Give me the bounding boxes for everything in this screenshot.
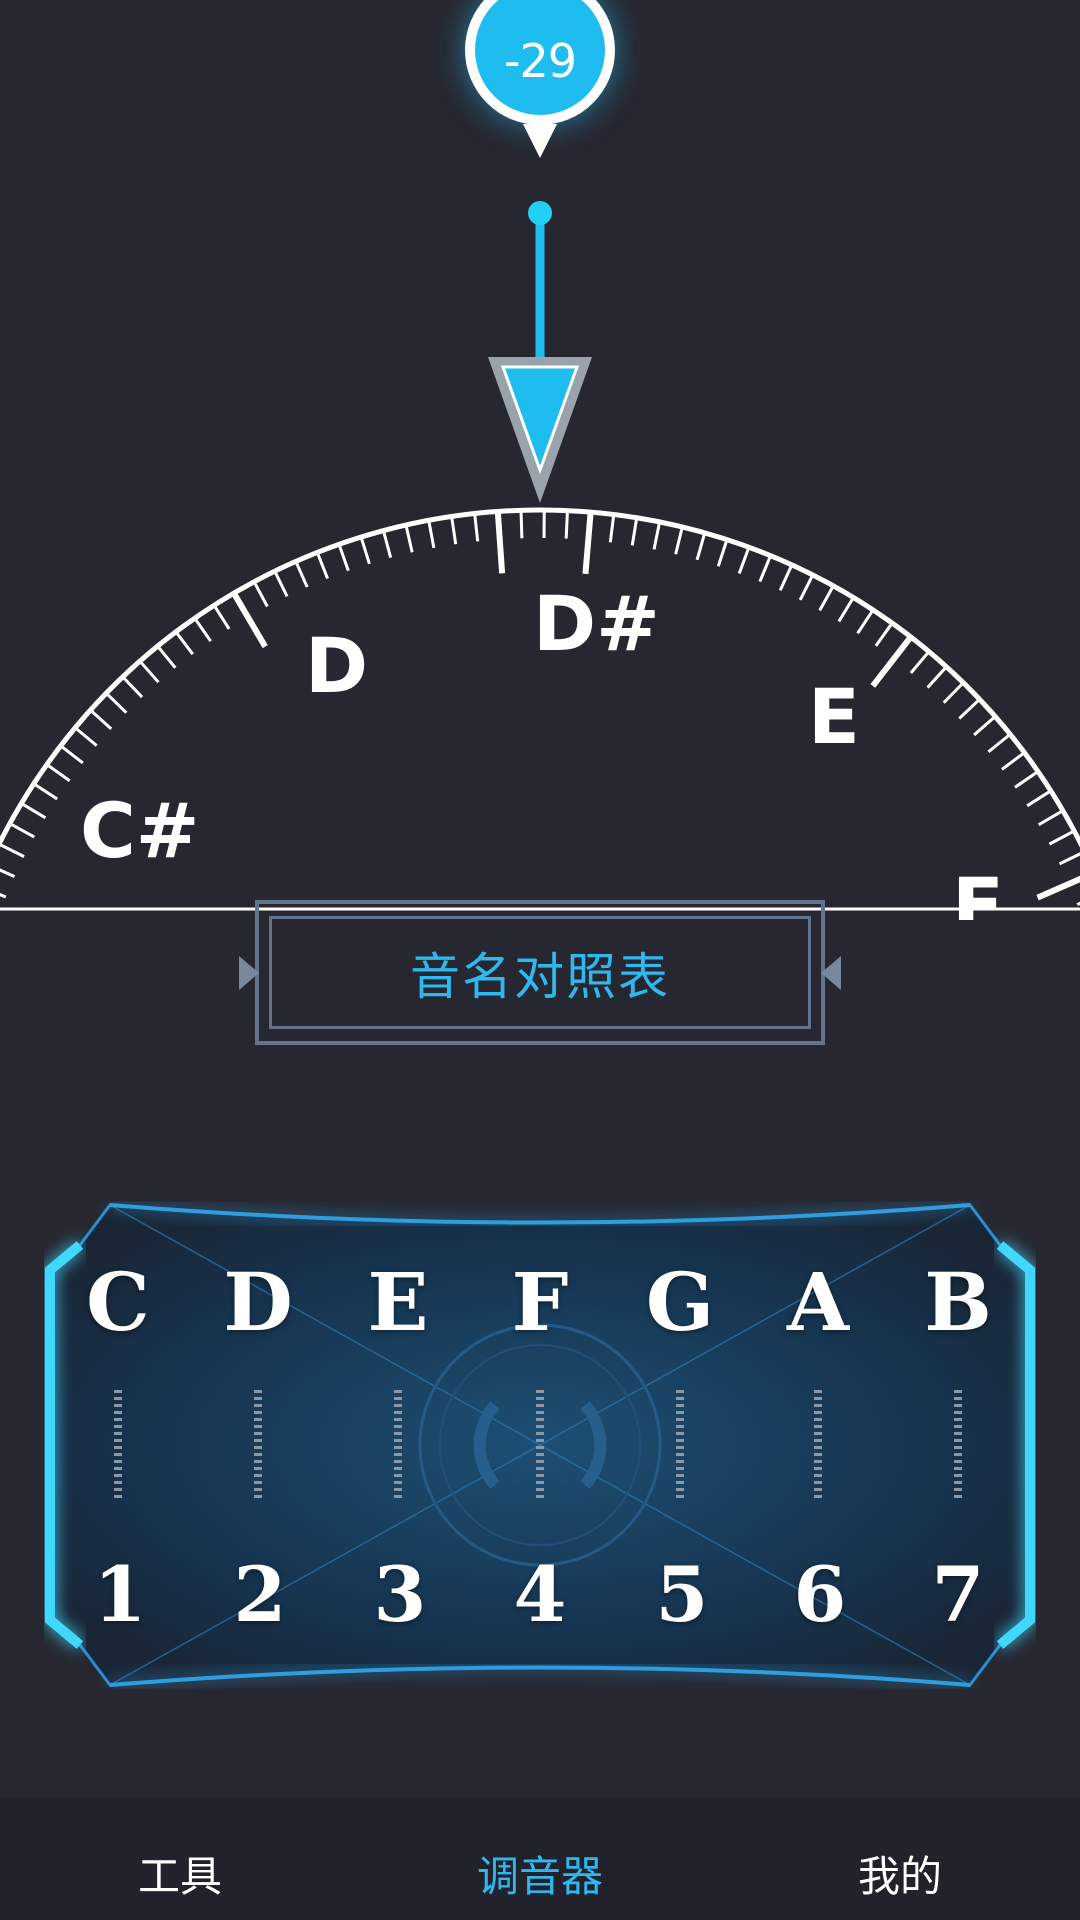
dial-minor-tick xyxy=(59,744,84,765)
dial-minor-tick xyxy=(778,564,794,591)
dial-minor-tick xyxy=(315,551,329,580)
left-arrow-icon xyxy=(239,956,259,990)
dial-minor-tick xyxy=(973,715,997,737)
dial-minor-tick xyxy=(818,585,835,612)
dial-minor-tick xyxy=(874,622,894,647)
nav-tab-tuner[interactable]: 调音器 xyxy=(360,1797,720,1920)
dial-minor-tick xyxy=(294,560,309,588)
dial-minor-tick xyxy=(45,763,71,782)
dial-major-tick xyxy=(582,511,594,575)
scale-note-e: E xyxy=(808,672,860,761)
panel-tick xyxy=(254,1390,262,1500)
dial-minor-tick xyxy=(958,698,981,720)
panel-tick xyxy=(536,1390,544,1500)
dial-minor-tick xyxy=(909,650,931,674)
dial-minor-tick xyxy=(987,733,1012,754)
dial-minor-tick xyxy=(473,513,480,542)
dial-major-tick xyxy=(494,511,506,574)
dial-minor-tick xyxy=(427,520,436,549)
panel-tick xyxy=(114,1390,122,1500)
dial-minor-tick xyxy=(1026,789,1052,808)
panel-number-2: 2 xyxy=(233,1550,287,1639)
scale-note-f: F xyxy=(952,861,1004,920)
dial-minor-tick xyxy=(74,726,98,747)
cents-bubble-pointer xyxy=(523,124,557,158)
dial-minor-tick xyxy=(20,802,47,820)
dial-minor-tick xyxy=(758,555,772,583)
dial-minor-tick xyxy=(1014,770,1039,789)
dial-minor-tick xyxy=(0,868,16,879)
note-table-button[interactable]: 音名对照表 xyxy=(239,900,841,1045)
nav-tab-tools[interactable]: 工具 xyxy=(0,1797,360,1920)
dial-minor-tick xyxy=(212,604,231,630)
dial-minor-tick xyxy=(737,546,751,575)
dial-minor-tick xyxy=(9,822,36,839)
dial-minor-tick xyxy=(105,692,128,714)
panel-tick xyxy=(814,1390,822,1500)
dial-minor-tick xyxy=(1048,829,1075,846)
panel-letter-e: E xyxy=(367,1255,429,1349)
dial-minor-tick xyxy=(564,510,569,539)
dial-minor-tick xyxy=(381,530,393,559)
scale-note-c-sharp: C# xyxy=(80,786,199,875)
scale-note-d: D xyxy=(305,621,368,710)
note-table-label: 音名对照表 xyxy=(410,947,670,1006)
dial-minor-tick xyxy=(0,893,7,899)
panel-letter-d: D xyxy=(223,1255,293,1349)
dial-minor-tick xyxy=(404,524,414,553)
dial-minor-tick xyxy=(0,842,25,858)
dial-major-tick xyxy=(1036,875,1080,901)
note-reference-panel: C D E F G A B 1 2 3 4 5 6 7 xyxy=(20,1190,1060,1700)
dial-minor-tick xyxy=(32,782,59,801)
tuner-screen: C# D D# E F -29 音名对照表 C D E F G A B 1 2 … xyxy=(0,0,1080,1920)
dial-minor-tick xyxy=(716,539,729,567)
dial-minor-tick xyxy=(138,660,160,684)
panel-letter-f: F xyxy=(511,1255,569,1349)
dial-minor-tick xyxy=(193,617,212,643)
needle-dot xyxy=(528,201,552,225)
dial-minor-tick xyxy=(798,574,815,601)
dial-major-tick xyxy=(231,591,268,649)
panel-number-5: 5 xyxy=(655,1550,709,1639)
dial-minor-tick xyxy=(652,521,662,550)
dial-minor-tick xyxy=(837,596,855,623)
panel-letter-a: A xyxy=(786,1255,850,1349)
panel-letter-g: G xyxy=(645,1255,715,1349)
dial-minor-tick xyxy=(89,709,113,731)
dial-minor-tick xyxy=(1058,852,1080,866)
panel-tick xyxy=(954,1390,962,1500)
dial-minor-tick xyxy=(856,609,875,635)
panel-letter-c: C xyxy=(86,1255,150,1349)
dial-minor-tick xyxy=(337,543,350,572)
panel-number-7: 7 xyxy=(931,1550,985,1639)
dial-minor-tick xyxy=(450,516,458,545)
scale-note-d-sharp: D# xyxy=(533,579,660,668)
dial-minor-tick xyxy=(695,532,707,561)
panel-letter-b: B xyxy=(924,1255,992,1349)
right-arrow-icon xyxy=(821,956,841,990)
dial-minor-tick xyxy=(121,675,144,699)
cents-value: -29 xyxy=(503,34,577,88)
panel-number-4: 4 xyxy=(513,1550,567,1639)
panel-number-3: 3 xyxy=(373,1550,427,1639)
dial-minor-tick xyxy=(252,581,269,608)
dial-minor-tick xyxy=(273,570,289,598)
dial-minor-tick xyxy=(674,526,684,555)
dial-minor-tick xyxy=(942,681,965,704)
panel-number-6: 6 xyxy=(793,1550,847,1639)
panel-tick xyxy=(676,1390,684,1500)
dial-minor-tick xyxy=(156,645,177,669)
dial-minor-tick xyxy=(519,510,524,539)
bottom-nav: 工具 调音器 我的 xyxy=(0,1797,1080,1920)
dial-minor-tick xyxy=(926,665,948,689)
dial-minor-tick xyxy=(359,536,371,565)
dial-minor-tick xyxy=(1037,809,1064,827)
dial-minor-tick xyxy=(1001,751,1026,771)
dial-minor-tick xyxy=(608,514,616,543)
dial-minor-tick xyxy=(174,630,194,656)
panel-tick xyxy=(394,1390,402,1500)
panel-number-1: 1 xyxy=(93,1550,147,1639)
dial-minor-tick xyxy=(630,517,639,546)
nav-tab-me[interactable]: 我的 xyxy=(720,1797,1080,1920)
